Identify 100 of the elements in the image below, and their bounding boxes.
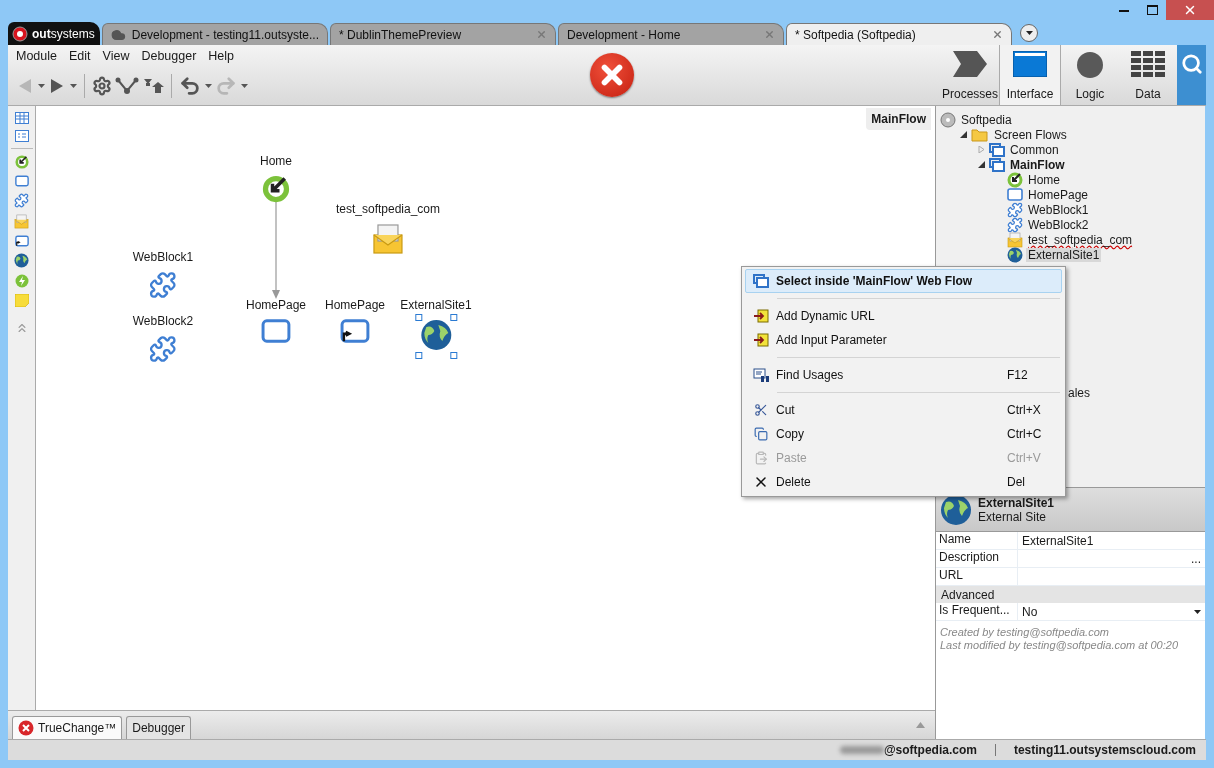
puzzle-piece-icon bbox=[149, 335, 177, 363]
collapse-arrow-icon[interactable] bbox=[959, 131, 967, 138]
collapse-arrow-icon[interactable] bbox=[977, 161, 985, 168]
section-header: Advanced bbox=[936, 586, 1205, 603]
search-button[interactable] bbox=[1177, 45, 1206, 105]
property-field[interactable]: ExternalSite1 bbox=[1018, 532, 1205, 549]
tree-item[interactable]: Common bbox=[1008, 142, 1061, 157]
arrow-in-icon bbox=[753, 333, 769, 347]
menu-item[interactable]: Copy Ctrl+C bbox=[745, 422, 1062, 446]
menu-item[interactable]: Find Usages F12 bbox=[745, 363, 1062, 387]
property-label: URL bbox=[936, 568, 1018, 585]
settings-button[interactable] bbox=[92, 74, 112, 98]
layer-tab[interactable]: Interface bbox=[999, 45, 1061, 105]
flow-icon bbox=[753, 274, 769, 288]
entry-icon[interactable] bbox=[14, 155, 29, 169]
node-label: WebBlock1 bbox=[132, 250, 194, 264]
menu-item[interactable]: Delete Del bbox=[745, 470, 1062, 494]
screen-icon bbox=[1007, 188, 1023, 201]
node-label: HomePage bbox=[325, 298, 385, 312]
menu-item[interactable]: Edit bbox=[63, 49, 97, 63]
property-label: Is Frequent... bbox=[936, 603, 1018, 620]
node-label: ExternalSite1 bbox=[400, 298, 472, 312]
maximize-icon bbox=[1146, 5, 1158, 15]
menu-item[interactable]: Help bbox=[202, 49, 241, 63]
minimize-icon bbox=[1119, 8, 1129, 12]
envelope-icon bbox=[372, 223, 404, 255]
menu-item[interactable]: Module bbox=[10, 49, 63, 63]
tree-item[interactable]: test_softpedia_com bbox=[1026, 232, 1135, 247]
ellipsis-button[interactable]: ... bbox=[1191, 551, 1201, 566]
table-icon[interactable] bbox=[14, 112, 29, 124]
envelope-icon bbox=[1007, 231, 1023, 248]
layer-tab[interactable]: Data bbox=[1119, 45, 1177, 105]
selection-handle[interactable] bbox=[450, 314, 457, 321]
document-tab[interactable]: * Softpedia (Softpedia) bbox=[786, 23, 1012, 45]
property-field[interactable]: ... bbox=[1018, 550, 1205, 567]
layer-tab[interactable]: Logic bbox=[1061, 45, 1119, 105]
copy-icon bbox=[754, 427, 768, 441]
property-dropdown[interactable]: No bbox=[1018, 603, 1205, 620]
globe-icon[interactable] bbox=[14, 253, 29, 268]
node-label: WebBlock2 bbox=[132, 314, 194, 328]
screen-icon bbox=[261, 319, 291, 343]
tree-item[interactable]: Softpedia bbox=[959, 112, 1014, 127]
tree-item[interactable]: ExternalSite1 bbox=[1026, 247, 1102, 262]
flow-icon bbox=[989, 142, 1005, 157]
screen-link-icon[interactable] bbox=[14, 235, 29, 247]
tabs-dropdown-button[interactable] bbox=[1020, 24, 1038, 42]
close-icon bbox=[1183, 3, 1197, 17]
close-tab-icon[interactable] bbox=[992, 29, 1003, 40]
globe-icon bbox=[420, 319, 452, 351]
menu-item[interactable]: Cut Ctrl+X bbox=[745, 398, 1062, 422]
entry-icon bbox=[262, 175, 290, 203]
search-icon bbox=[1180, 53, 1203, 75]
tree-item[interactable]: ales bbox=[1066, 385, 1092, 400]
menu-item[interactable]: Select inside 'MainFlow' Web Flow bbox=[745, 269, 1062, 293]
undo-button[interactable] bbox=[179, 74, 201, 98]
node-label: Home bbox=[260, 154, 292, 168]
element-type: External Site bbox=[978, 509, 1048, 524]
audit-note: Created by testing@softpedia.com bbox=[940, 626, 1110, 638]
document-tab[interactable]: * DublinThemePreview bbox=[330, 23, 556, 45]
expand-panel-icon[interactable] bbox=[916, 722, 925, 728]
tree-item[interactable]: WebBlock2 bbox=[1026, 217, 1091, 232]
window-icon bbox=[1013, 51, 1047, 77]
logo-tab[interactable]: outsystems bbox=[8, 22, 100, 45]
tree-item[interactable]: Screen Flows bbox=[992, 127, 1069, 142]
document-tab[interactable]: Development - Home bbox=[558, 23, 784, 45]
tree-item[interactable]: HomePage bbox=[1026, 187, 1091, 202]
document-tab[interactable]: Development - testing11.outsyste... bbox=[102, 23, 328, 45]
puzzle-piece-icon[interactable] bbox=[14, 193, 29, 208]
selection-handle[interactable] bbox=[415, 314, 422, 321]
panel-tab[interactable]: Debugger bbox=[126, 716, 191, 739]
tree-item[interactable]: WebBlock1 bbox=[1026, 202, 1091, 217]
redaction-blur bbox=[839, 746, 884, 754]
selection-handle[interactable] bbox=[450, 352, 457, 359]
caret-icon bbox=[1194, 609, 1201, 614]
screen-link-icon bbox=[340, 319, 370, 343]
menu-item[interactable]: Add Dynamic URL bbox=[745, 304, 1062, 328]
menu-item[interactable]: Add Input Parameter bbox=[745, 328, 1062, 352]
entry-icon bbox=[1007, 171, 1023, 188]
arrow-in-icon bbox=[753, 309, 769, 323]
menu-item[interactable]: View bbox=[96, 49, 136, 63]
flow-node[interactable] bbox=[417, 316, 455, 357]
chevron-icon bbox=[953, 51, 987, 77]
puzzle-piece-icon bbox=[1007, 201, 1023, 218]
paste-icon bbox=[754, 451, 768, 465]
tree-item[interactable]: MainFlow bbox=[1008, 157, 1067, 172]
tree-item[interactable]: Home bbox=[1026, 172, 1062, 187]
error-icon bbox=[18, 720, 34, 736]
scissors-icon bbox=[754, 403, 768, 417]
selection-handle[interactable] bbox=[415, 352, 422, 359]
property-label: Description bbox=[936, 550, 1018, 567]
panel-tab[interactable]: TrueChange™ bbox=[12, 716, 123, 739]
puzzle-piece-icon bbox=[1007, 216, 1023, 233]
layer-tab[interactable]: Processes bbox=[941, 45, 999, 105]
puzzle-piece-icon bbox=[149, 271, 177, 299]
menu-item[interactable]: Debugger bbox=[135, 49, 203, 63]
error-button[interactable] bbox=[590, 53, 634, 97]
screen-icon[interactable] bbox=[14, 175, 29, 187]
list-icon[interactable] bbox=[14, 130, 29, 142]
user-email: @softpedia.com bbox=[883, 743, 977, 757]
property-label: Name bbox=[936, 532, 1018, 549]
